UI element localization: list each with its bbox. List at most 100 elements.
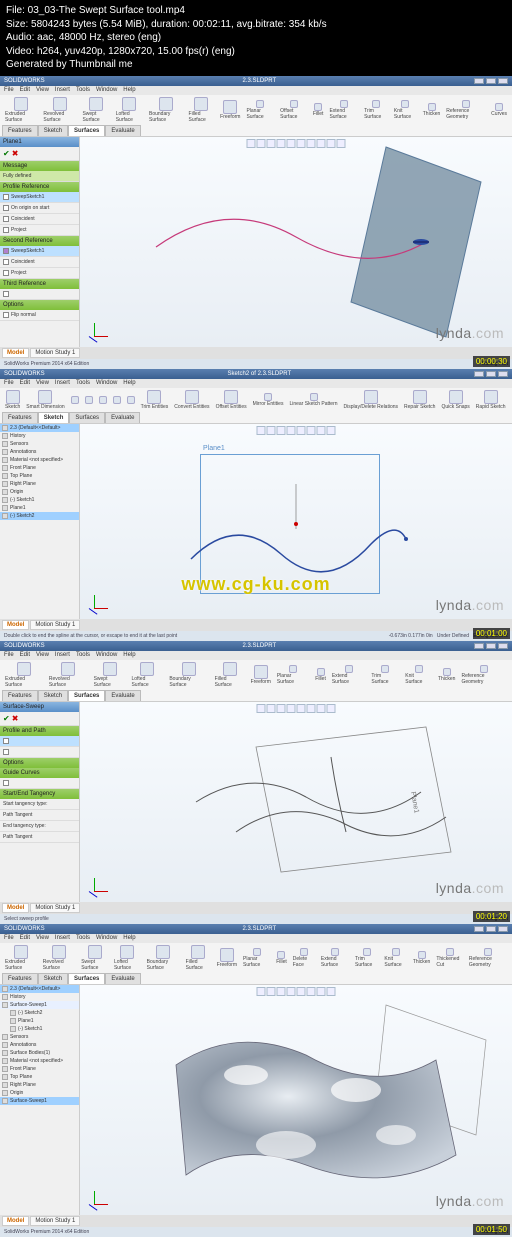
pm-project2[interactable]: Project (0, 268, 79, 279)
menu-view[interactable]: View (36, 87, 49, 93)
menu-tools[interactable]: Tools (76, 87, 90, 93)
pm-coincident2[interactable]: Coincident (0, 257, 79, 268)
tool-spline[interactable] (125, 395, 137, 405)
tab-features[interactable]: Features (2, 125, 38, 136)
tool-arc[interactable] (111, 395, 123, 405)
pm-start-tangency-val[interactable]: Path Tangent (0, 810, 79, 821)
tool-mirror[interactable]: Mirror Entities (251, 392, 286, 408)
tool-extend-surface[interactable]: Extend Surface (327, 99, 360, 121)
menu-file[interactable]: File (4, 87, 14, 93)
frame-1: SOLIDWORKS 2.3.SLDPRT File Edit View Ins… (0, 76, 512, 369)
tool-fillet[interactable]: Fillet (311, 102, 326, 118)
tool-knit-surface[interactable]: Knit Surface (392, 99, 419, 121)
triad-icon (86, 1185, 106, 1205)
tree-right[interactable]: Right Plane (0, 480, 79, 488)
plane-label: Plane1 (203, 445, 225, 452)
timestamp-3: 00:01:20 (473, 911, 510, 922)
pm-path-slot[interactable] (0, 747, 79, 758)
vbtn[interactable] (247, 139, 256, 148)
tool-sketch[interactable]: Sketch (3, 389, 22, 411)
meta-video: Video: h264, yuv420p, 1280x720, 15.00 fp… (6, 45, 506, 59)
svg-text:Plane1: Plane1 (409, 791, 420, 814)
min-button[interactable] (474, 78, 484, 84)
tab-evaluate[interactable]: Evaluate (105, 125, 140, 136)
tree-annotations[interactable]: Annotations (0, 448, 79, 456)
view-toolbar (247, 139, 346, 148)
pm-ok-cancel[interactable]: ✔✖ (0, 147, 79, 161)
viewport-1[interactable]: lynda.com (80, 137, 512, 347)
pm-origin-chk[interactable]: On origin on start (0, 203, 79, 214)
pm-plane-title: Plane1 (0, 137, 79, 147)
menu-help[interactable]: Help (123, 87, 135, 93)
menu-insert[interactable]: Insert (55, 87, 70, 93)
tool-convert[interactable]: Convert Entities (172, 389, 211, 411)
tree-sk2[interactable]: (-) Sketch2 (0, 512, 79, 520)
tree-history[interactable]: History (0, 432, 79, 440)
tool-offset-surface[interactable]: Offset Surface (278, 99, 309, 121)
tool-freeform[interactable]: Freeform (218, 99, 242, 121)
pm-thirdref-val[interactable] (0, 289, 79, 300)
tool-pattern[interactable]: Linear Sketch Pattern (287, 392, 339, 408)
pm-end-tangency-val[interactable]: Path Tangent (0, 832, 79, 843)
pm-profile-slot[interactable] (0, 736, 79, 747)
pm-project[interactable]: Project (0, 225, 79, 236)
tool-revolved-surface[interactable]: Revolved Surface (41, 96, 78, 124)
tool-offset[interactable]: Offset Entities (214, 389, 249, 411)
tree-plane1[interactable]: Plane1 (0, 504, 79, 512)
pm-flip[interactable]: Flip normal (0, 310, 79, 321)
max-button[interactable] (486, 78, 496, 84)
tool-circle[interactable] (97, 395, 109, 405)
tool-refgeom[interactable]: Reference Geometry (444, 99, 487, 121)
tool-boundary-surface[interactable]: Boundary Surface (147, 96, 185, 124)
tab-surfaces[interactable]: Surfaces (68, 125, 105, 136)
lynda-watermark: lynda.com (436, 1193, 504, 1209)
tool-lofted-surface[interactable]: Lofted Surface (114, 96, 145, 124)
tree-top[interactable]: Top Plane (0, 472, 79, 480)
menu-window[interactable]: Window (96, 87, 117, 93)
feature-tree: 2.3 (Default<<Default> History Sensors A… (0, 424, 80, 619)
tool-swept-surface[interactable]: Swept Surface (80, 96, 111, 124)
tool-line[interactable] (69, 395, 81, 405)
titlebar: SOLIDWORKS 2.3.SLDPRT (0, 76, 512, 86)
tool-rapid[interactable]: Rapid Sketch (474, 389, 508, 411)
tool-planar-surface[interactable]: Planar Surface (244, 99, 276, 121)
close-button[interactable] (498, 78, 508, 84)
video-metadata: File: 03_03-The Swept Surface tool.mp4 S… (0, 0, 512, 76)
tool-relations[interactable]: Display/Delete Relations (342, 389, 400, 411)
tree-sk1[interactable]: (-) Sketch1 (0, 496, 79, 504)
tool-trim-surface[interactable]: Trim Surface (362, 99, 390, 121)
tab-sketch-active[interactable]: Sketch (38, 412, 70, 423)
tree-origin[interactable]: Origin (0, 488, 79, 496)
status-bar: SolidWorks Premium 2014 x64 EditionEditi… (0, 359, 512, 369)
tool-extruded-surface[interactable]: Extruded Surface (3, 96, 39, 124)
pm-secref-val[interactable]: SweepSketch1 (0, 246, 79, 257)
tree-root[interactable]: 2.3 (Default<<Default> (0, 424, 79, 432)
frame-3: SOLIDWORKS2.3.SLDPRT FileEditViewInsertT… (0, 641, 512, 924)
ribbon-sketch: Sketch Smart Dimension Trim Entities Con… (0, 388, 512, 424)
tool-filled-surface[interactable]: Filled Surface (187, 96, 217, 124)
tree-sweep-expanded[interactable]: Surface-Sweep1 (0, 1001, 79, 1009)
meta-gen: Generated by Thumbnail me (6, 58, 506, 72)
tree-sensors[interactable]: Sensors (0, 440, 79, 448)
tree-material[interactable]: Material <not specified> (0, 456, 79, 464)
cgku-watermark: www.cg-ku.com (181, 574, 330, 595)
btab-model[interactable]: Model (2, 348, 29, 358)
menu-edit[interactable]: Edit (20, 87, 30, 93)
titlebar: SOLIDWORKS Sketch2 of 2.3.SLDPRT (0, 369, 512, 379)
viewport-4[interactable]: lynda.com (80, 985, 512, 1215)
tree-front[interactable]: Front Plane (0, 464, 79, 472)
tool-thicken[interactable]: Thicken (421, 102, 443, 118)
viewport-3[interactable]: Plane1 lynda.com (80, 702, 512, 902)
tab-sketch[interactable]: Sketch (38, 125, 68, 136)
tool-curves[interactable]: Curves (489, 102, 509, 118)
tool-dimension[interactable]: Smart Dimension (24, 389, 66, 411)
tool-repair[interactable]: Repair Sketch (402, 389, 437, 411)
pm-coincident[interactable]: Coincident (0, 214, 79, 225)
app-title: SOLIDWORKS (4, 78, 45, 84)
tool-snaps[interactable]: Quick Snaps (439, 389, 471, 411)
btab-motion[interactable]: Motion Study 1 (30, 348, 80, 358)
tool-rect[interactable] (83, 395, 95, 405)
tool-trim[interactable]: Trim Entities (139, 389, 171, 411)
tree-sweep-item[interactable]: Surface-Sweep1 (0, 1097, 79, 1105)
pm-profref-val[interactable]: SweepSketch1 (0, 192, 79, 203)
